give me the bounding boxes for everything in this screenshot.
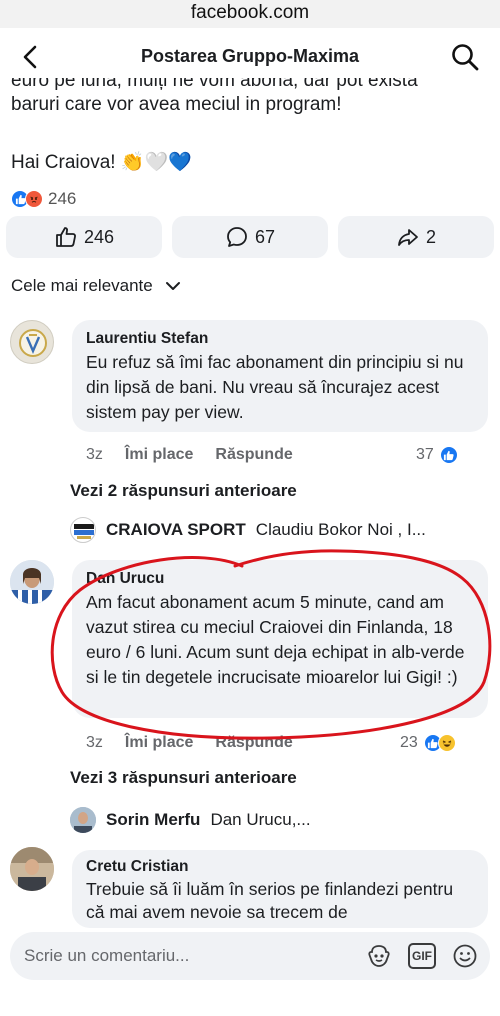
comment-author[interactable]: Dan Urucu [86,570,474,588]
profile-photo-icon [10,847,54,891]
comment-composer[interactable]: Scrie un comentariu... GIF [10,932,490,980]
reply-text: Claudiu Bokor Noi , I... [255,520,426,539]
profile-photo-icon [70,807,96,833]
post-text: euro pe lună, mulți ne vom abona, dar po… [11,78,491,176]
like-comment-link[interactable]: Îmi place [125,446,193,464]
avatar[interactable] [10,320,54,364]
angry-reaction-icon [25,190,43,208]
reply-preview[interactable]: CRAIOVA SPORT Claudiu Bokor Noi , I... [70,517,426,543]
reaction-summary[interactable]: 246 [11,188,76,210]
comment-sort-dropdown[interactable]: Cele mai relevante [11,276,181,296]
comment-reaction-count: 23 [400,734,418,751]
comment-bubble[interactable]: Laurentiu Stefan Eu refuz să îmi fac abo… [72,320,488,432]
post-actions: 246 67 2 [6,216,494,258]
comment-reactions[interactable]: 37 [416,444,458,466]
reply-author: Sorin Merfu [106,810,201,829]
like-count: 246 [83,226,115,247]
page-title: Postarea Gruppo-Maxima [140,46,360,66]
comment-text: Eu refuz să îmi fac abonament din princi… [86,352,464,422]
share-arrow-icon [398,229,418,246]
emoji-icon[interactable] [452,943,478,969]
like-comment-link[interactable]: Îmi place [125,734,193,752]
comment-count: 67 [254,226,276,247]
gif-icon[interactable]: GIF [408,943,436,969]
comment-text: Am facut abonament acum 5 minute, cand a… [86,592,465,687]
comment-time: 3z [86,734,103,751]
comment-text: Trebuie să îi luăm în serios pe finlande… [86,879,454,922]
comment-author[interactable]: Cretu Cristian [86,858,474,876]
avatar [70,517,96,543]
like-button[interactable]: 246 [6,216,162,258]
comment-reactions[interactable]: 23 [400,732,456,754]
chevron-down-icon [165,282,180,290]
avatar-sticker-icon[interactable] [366,943,392,969]
view-previous-replies[interactable]: Vezi 2 răspunsuri anterioare [70,481,297,501]
post-text-line: Hai Craiova! 👏🤍💙 [11,152,192,173]
avatar[interactable] [10,847,54,891]
avatar[interactable] [10,560,54,604]
share-count: 2 [425,226,436,247]
like-reaction-icon [439,446,458,464]
comment-button[interactable]: 67 [172,216,328,258]
comment-time: 3z [86,446,103,463]
haha-reaction-icon [437,734,456,752]
reply-text: Dan Urucu,... [210,810,311,829]
reply-link[interactable]: Răspunde [215,734,292,752]
share-button[interactable]: 2 [338,216,494,258]
post-text-line: euro pe lună, mulți ne vom abona, dar po… [11,78,418,91]
comment-author[interactable]: Laurentiu Stefan [86,330,474,348]
comment-bubble-icon [227,227,247,247]
reply-link[interactable]: Răspunde [215,446,292,464]
comment-meta: 3z Îmi place Răspunde [86,444,315,466]
search-icon[interactable] [450,42,480,72]
comment-bubble[interactable]: Dan Urucu Am facut abonament acum 5 minu… [72,560,488,718]
gif-label: GIF [412,949,432,963]
comment-meta: 3z Îmi place Răspunde [86,732,315,754]
reply-author: CRAIOVA SPORT [106,520,246,539]
crest-avatar-icon [19,329,47,357]
thumbs-up-icon [56,227,76,247]
comment-bubble[interactable]: Cretu Cristian Trebuie să îi luăm în ser… [72,850,488,928]
reply-preview[interactable]: Sorin Merfu Dan Urucu,... [70,807,311,833]
craiova-sport-logo-icon [74,524,94,539]
post-text-line: baruri care vor avea meciul in program! [11,94,342,115]
comment-input[interactable]: Scrie un comentariu... [24,946,189,966]
chevron-left-icon[interactable] [16,42,46,72]
comment-reaction-count: 37 [416,446,434,463]
profile-photo-icon [10,560,54,604]
view-previous-replies[interactable]: Vezi 3 răspunsuri anterioare [70,768,297,788]
reaction-count: 246 [48,189,77,208]
url-bar[interactable]: facebook.com [0,0,500,28]
avatar [70,807,96,833]
sort-label: Cele mai relevante [11,276,153,295]
